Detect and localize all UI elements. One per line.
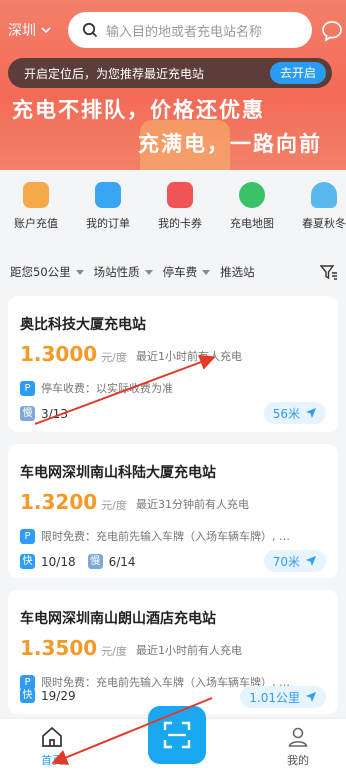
price-unit: 元/度 [101,499,127,512]
parking-info: P 限时免费：充电前先输入车牌（入场车辆车牌）, … [20,528,290,544]
fast-count: 10/18 [41,554,76,569]
station-name: 车电网深圳南山朗山酒店充电站 [20,611,216,627]
banner-slogan-1: 充电不排队，价格还优惠 [12,98,265,122]
fast-badge: 快 [20,688,35,703]
dropdown-triangle-icon [202,269,211,275]
menu-label: 春夏秋冬 [302,217,346,230]
station-card[interactable]: 车电网深圳南山朗山酒店充电站 1.3500 元/度 最近1小时前有人充电 P 限时免… [8,590,338,714]
scan-icon [163,721,191,749]
menu-label: 充电地图 [230,217,274,230]
recent-activity: 最近31分钟前有人充电 [136,498,249,511]
slow-badge: 慢 [20,406,35,421]
price-unit: 元/度 [101,351,127,364]
search-bar[interactable]: 输入目的地或者充电站名称 [68,12,312,48]
quick-menu: 账户充值 我的订单 我的卡券 充电地图 春夏秋冬 [0,178,346,240]
banner-slogan-2: 充满电，一路向前 [138,132,322,156]
filter-label: 场站性质 [93,265,140,279]
city-selector[interactable]: 深圳 [8,20,52,40]
distance-navigate-button[interactable]: 1.01公里 [240,686,326,708]
menu-item-seasons[interactable]: 春夏秋冬 [288,178,346,240]
message-icon[interactable] [320,19,344,43]
menu-label: 我的卡券 [158,217,202,230]
parking-text: 停车收费：以实际收费为准 [41,382,173,395]
coupon-icon [167,182,193,208]
user-icon [288,727,308,747]
menu-label: 账户充值 [14,217,58,230]
home-icon [42,726,62,747]
station-price: 1.3500 元/度 [20,636,127,660]
tab-home[interactable]: 首页 [22,725,82,768]
filter-station-type[interactable]: 场站性质 [94,264,153,280]
station-name: 奥比科技大厦充电站 [20,317,146,333]
toast-text: 开启定位后，为您推荐最近充电站 [24,66,205,81]
filter-icon[interactable] [320,264,338,280]
scan-button[interactable] [148,706,206,764]
station-price: 1.3200 元/度 [20,490,127,514]
search-icon [82,22,98,38]
tab-label: 我的 [287,754,309,767]
dropdown-triangle-icon [144,269,153,275]
chevron-down-icon [41,27,51,34]
price-value: 1.3000 [20,342,98,366]
menu-item-coupons[interactable]: 我的卡券 [144,178,216,240]
distance-value: 1.01公里 [249,690,300,705]
parking-badge: P [20,528,35,544]
tab-label: 首页 [41,754,63,767]
search-input[interactable]: 输入目的地或者充电站名称 [106,21,262,40]
navigation-icon [306,408,316,418]
fast-badge: 快 [20,554,35,569]
navigation-icon [306,556,316,566]
charger-availability: 快 10/18 慢 6/14 [20,554,148,569]
wallet-icon [23,182,49,208]
order-icon [95,182,121,208]
recent-activity: 最近1小时前有人充电 [136,350,242,363]
distance-value: 56米 [272,406,300,421]
location-toast: 开启定位后，为您推荐最近充电站 去开启 [8,58,332,88]
city-label: 深圳 [8,23,36,39]
filter-recommended[interactable]: 推选站 [220,264,255,280]
menu-label: 我的订单 [86,217,130,230]
station-card[interactable]: 车电网深圳南山科陆大厦充电站 1.3200 元/度 最近31分钟前有人充电 P 限时… [8,444,338,578]
weather-icon [311,182,337,208]
menu-item-orders[interactable]: 我的订单 [72,178,144,240]
navigation-icon [306,692,316,702]
enable-location-button[interactable]: 去开启 [269,62,326,84]
price-value: 1.3500 [20,636,98,660]
parking-badge: P [20,380,35,396]
tab-mine[interactable]: 我的 [268,725,328,768]
filter-distance[interactable]: 距您50公里 [10,264,84,280]
station-card[interactable]: 奥比科技大厦充电站 1.3000 元/度 最近1小时前有人充电 P 停车收费：以实际… [8,296,338,432]
distance-navigate-button[interactable]: 56米 [263,402,326,424]
filter-label: 推选站 [220,265,255,279]
slow-badge: 慢 [87,554,103,569]
dropdown-triangle-icon [75,269,84,275]
slow-count: 6/14 [108,554,136,569]
filter-parking-fee[interactable]: 停车费 [163,264,211,280]
distance-navigate-button[interactable]: 70米 [263,550,326,572]
charger-availability: 慢 3/13 [20,406,80,421]
price-unit: 元/度 [101,645,127,658]
menu-item-map[interactable]: 充电地图 [216,178,288,240]
parking-info: P 停车收费：以实际收费为准 [20,380,173,396]
filter-label: 停车费 [162,265,198,279]
fast-count: 19/29 [41,688,76,703]
slow-count: 3/13 [41,406,68,421]
charger-availability: 快 19/29 [20,688,88,703]
distance-value: 70米 [272,554,300,569]
station-name: 车电网深圳南山科陆大厦充电站 [20,465,216,481]
parking-text: 限时免费：充电前先输入车牌（入场车辆车牌）, … [41,530,290,543]
station-price: 1.3000 元/度 [20,342,127,366]
filter-label: 距您50公里 [10,265,71,279]
menu-item-recharge[interactable]: 账户充值 [0,178,72,240]
filter-bar: 距您50公里 场站性质 停车费 推选站 [0,258,346,286]
price-value: 1.3200 [20,490,98,514]
recent-activity: 最近1小时前有人充电 [136,644,242,657]
map-icon [239,182,265,208]
